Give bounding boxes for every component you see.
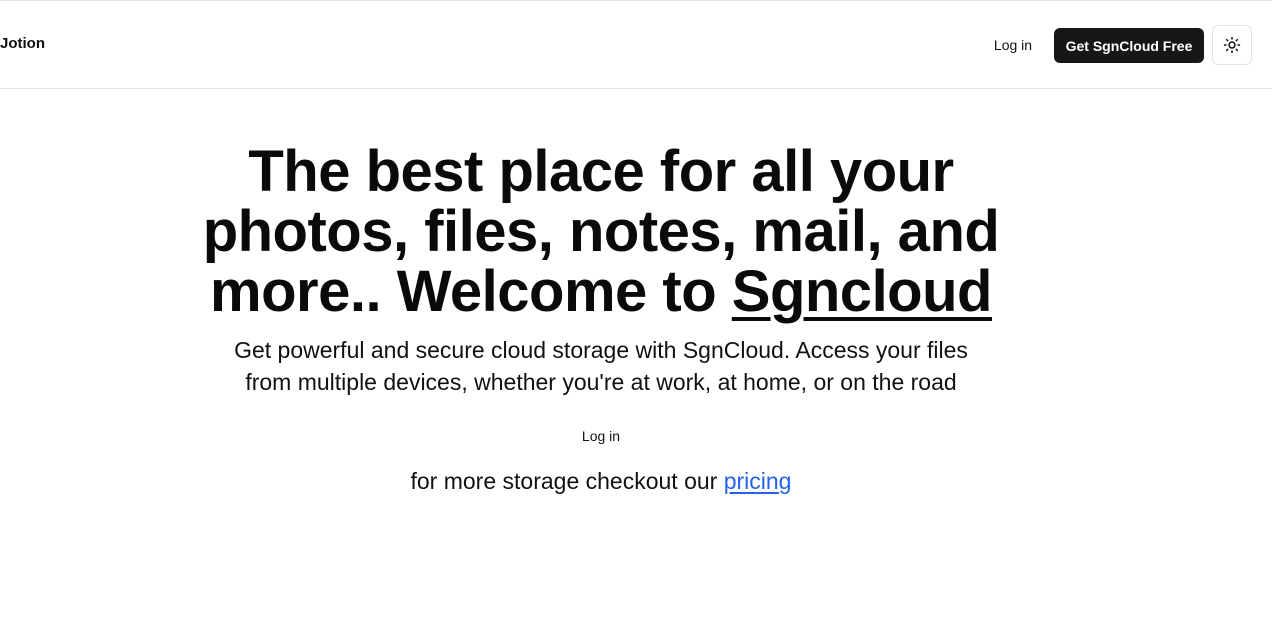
hero-login-button[interactable]: Log in — [574, 424, 628, 448]
pricing-text: for more storage checkout our — [410, 468, 718, 494]
sun-icon — [1223, 36, 1241, 54]
hero-subtitle: Get powerful and secure cloud storage wi… — [234, 337, 968, 395]
hero-title: The best place for all your photos, file… — [200, 142, 1002, 322]
login-button[interactable]: Log in — [983, 28, 1043, 62]
theme-toggle-button[interactable] — [1212, 25, 1252, 65]
pricing-link[interactable]: pricing — [724, 468, 792, 494]
hero-title-brand: Sgncloud — [731, 259, 993, 324]
brand-logo[interactable]: Jotion — [0, 35, 45, 53]
hero-section: The best place for all your photos, file… — [200, 142, 1002, 496]
get-sgncloud-free-button[interactable]: Get SgnCloud Free — [1054, 28, 1204, 63]
navbar: Jotion Log in Get SgnCloud Free — [0, 1, 1272, 89]
pricing-line: for more storage checkout our pricing — [200, 466, 1002, 496]
